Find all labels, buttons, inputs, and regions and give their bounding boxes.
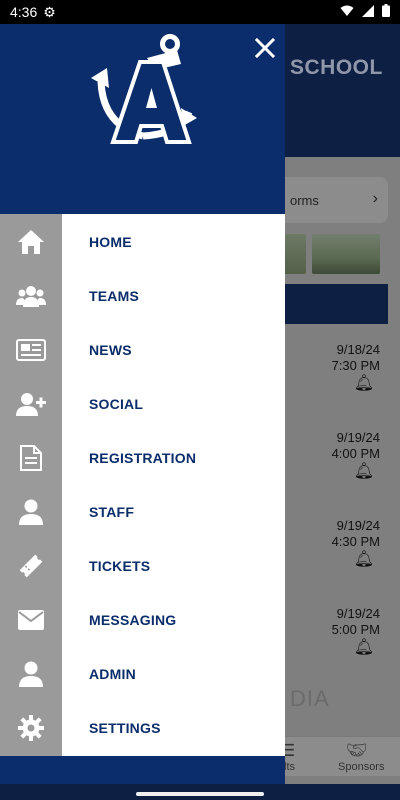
- handshake-icon: 🤝︎: [346, 741, 368, 760]
- bell-icon: 🔔︎: [353, 639, 374, 656]
- gear-icon: [0, 715, 62, 741]
- bell-icon: 🔔︎: [353, 463, 374, 480]
- background-event: 9/19/24 5:00 PM 🔔︎: [300, 606, 380, 656]
- background-event: 9/18/24 7:30 PM 🔔︎: [300, 342, 380, 392]
- menu-item-tickets[interactable]: TICKETS: [0, 539, 285, 593]
- add-user-icon: [0, 392, 62, 416]
- event-time: 4:00 PM: [331, 446, 380, 461]
- background-tab-sponsors: Sponsors: [338, 761, 385, 773]
- background-photo: [312, 234, 380, 274]
- newspaper-icon: [0, 339, 62, 361]
- menu-item-admin[interactable]: ADMIN: [0, 647, 285, 701]
- event-time: 7:30 PM: [331, 358, 380, 373]
- gesture-nav-handle[interactable]: [136, 792, 264, 796]
- event-time: 4:30 PM: [331, 534, 380, 549]
- menu-item-label: SOCIAL: [89, 396, 144, 412]
- menu-item-label: NEWS: [89, 342, 132, 358]
- wifi-icon: [340, 5, 354, 20]
- battery-icon: [382, 4, 390, 20]
- menu-item-label: ADMIN: [89, 666, 136, 682]
- background-media-heading: DIA: [290, 686, 330, 711]
- menu-item-label: REGISTRATION: [89, 450, 197, 466]
- settings-gear-icon: ⚙: [43, 3, 56, 20]
- envelope-icon: [0, 610, 62, 630]
- background-school-title: SCHOOL: [290, 56, 383, 79]
- menu-item-settings[interactable]: SETTINGS: [0, 701, 285, 755]
- menu-item-label: STAFF: [89, 504, 135, 520]
- status-time: 4:36: [10, 4, 38, 20]
- chevron-right-icon: ›: [372, 190, 378, 207]
- menu-item-label: TICKETS: [89, 558, 151, 574]
- signal-icon: [362, 4, 374, 20]
- bell-icon: 🔔︎: [353, 375, 374, 392]
- group-icon: [0, 284, 62, 308]
- menu-item-home[interactable]: HOME: [0, 215, 285, 269]
- person-icon: [0, 661, 62, 687]
- menu-item-news[interactable]: NEWS: [0, 323, 285, 377]
- menu-item-label: SETTINGS: [89, 720, 161, 736]
- background-tab-results: lts: [284, 761, 295, 773]
- home-icon: [0, 229, 62, 255]
- background-event: 9/19/24 4:00 PM 🔔︎: [300, 430, 380, 480]
- navigation-drawer: HOME TEAMS NEWS SOCIAL REGISTRATION STAF…: [0, 24, 285, 800]
- event-date: 9/18/24: [336, 342, 380, 357]
- background-event: 9/19/24 4:30 PM 🔔︎: [300, 518, 380, 568]
- person-icon: [0, 499, 62, 525]
- drawer-footer: [0, 756, 285, 784]
- drawer-header: [0, 24, 285, 214]
- menu-item-label: HOME: [89, 234, 132, 250]
- background-section-bar: [285, 284, 388, 324]
- bell-icon: 🔔︎: [353, 551, 374, 568]
- ticket-icon: [0, 553, 62, 579]
- close-icon[interactable]: [253, 36, 277, 60]
- school-logo: [91, 32, 197, 144]
- status-icons: [340, 4, 390, 20]
- menu-item-teams[interactable]: TEAMS: [0, 269, 285, 323]
- event-date: 9/19/24: [336, 606, 380, 621]
- status-bar: 4:36 ⚙: [0, 0, 400, 24]
- menu-item-registration[interactable]: REGISTRATION: [0, 431, 285, 485]
- background-forms-card: orms ›: [268, 177, 388, 223]
- background-forms-label: orms: [290, 192, 319, 208]
- background-photo: [284, 234, 306, 274]
- event-date: 9/19/24: [336, 430, 380, 445]
- document-icon: [0, 445, 62, 471]
- menu-item-label: MESSAGING: [89, 612, 177, 628]
- menu-item-label: TEAMS: [89, 288, 139, 304]
- menu-item-staff[interactable]: STAFF: [0, 485, 285, 539]
- menu-item-messaging[interactable]: MESSAGING: [0, 593, 285, 647]
- event-time: 5:00 PM: [331, 622, 380, 637]
- event-date: 9/19/24: [336, 518, 380, 533]
- menu-item-social[interactable]: SOCIAL: [0, 377, 285, 431]
